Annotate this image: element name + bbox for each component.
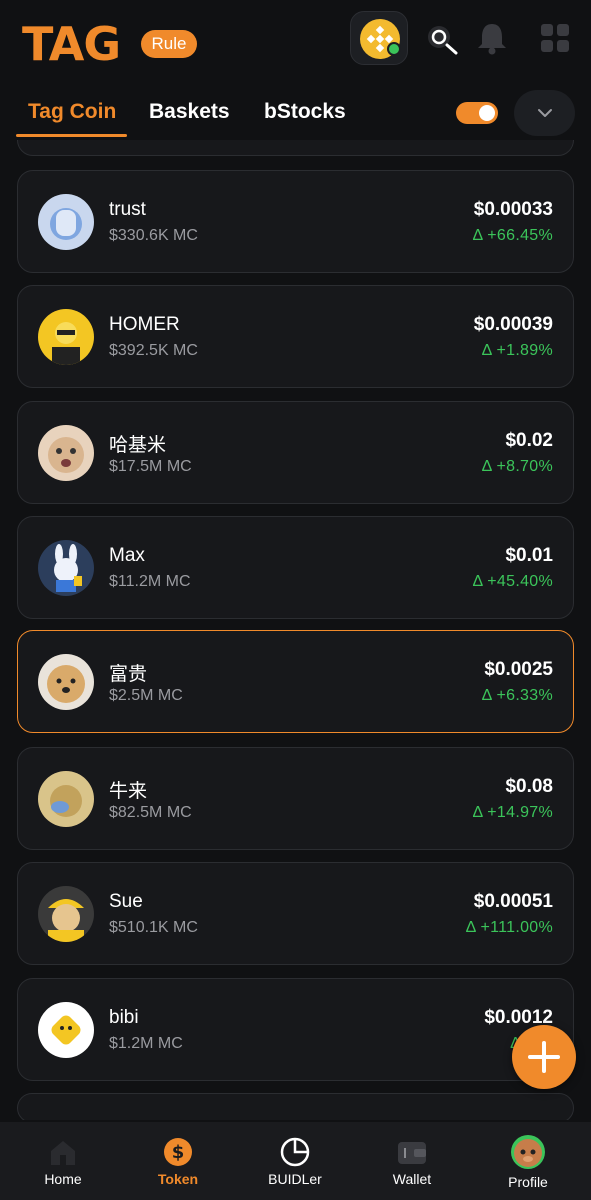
token-avatar: [38, 771, 94, 827]
profile-avatar: [511, 1135, 545, 1169]
token-price: $0.0025: [484, 659, 553, 680]
nav-home[interactable]: Home: [4, 1122, 122, 1200]
token-avatar: [38, 654, 94, 710]
plus-icon: [528, 1041, 560, 1073]
token-price: $0.00039: [473, 314, 553, 335]
nav-token[interactable]: $ Token: [119, 1122, 237, 1200]
next-card-edge: [17, 1093, 574, 1120]
token-card-homer[interactable]: HOMER $392.5K MC $0.00039 Δ +1.89%: [17, 285, 574, 388]
token-name: trust: [109, 199, 146, 220]
token-name: Sue: [109, 891, 143, 912]
sort-dropdown-button[interactable]: [514, 90, 575, 136]
token-avatar: [38, 425, 94, 481]
token-market-cap: $2.5M MC: [109, 687, 183, 704]
token-avatar: [38, 194, 94, 250]
pie-chart-icon: [280, 1137, 310, 1167]
token-card-trust[interactable]: trust $330.6K MC $0.00033 Δ +66.45%: [17, 170, 574, 273]
nav-profile[interactable]: Profile: [469, 1122, 587, 1200]
bell-icon[interactable]: [472, 18, 512, 58]
app-header: TAG Rule: [0, 0, 591, 90]
token-card-fugui[interactable]: 富贵 $2.5M MC $0.0025 Δ +6.33%: [17, 630, 574, 733]
tab-bstocks[interactable]: bStocks: [264, 100, 346, 124]
token-market-cap: $17.5M MC: [109, 458, 192, 475]
token-change: Δ +45.40%: [472, 573, 553, 590]
token-change: Δ +14.97%: [472, 804, 553, 821]
online-status-dot: [387, 42, 401, 56]
token-market-cap: $11.2M MC: [109, 573, 191, 590]
token-card-niulai[interactable]: 牛来 $82.5M MC $0.08 Δ +14.97%: [17, 747, 574, 850]
token-card-bibi[interactable]: bibi $1.2M MC $0.0012 Δ +15: [17, 978, 574, 1081]
token-change: Δ +1.89%: [481, 342, 553, 359]
token-card-max[interactable]: Max $11.2M MC $0.01 Δ +45.40%: [17, 516, 574, 619]
token-price: $0.01: [505, 545, 553, 566]
token-price: $0.08: [505, 776, 553, 797]
token-price: $0.02: [505, 430, 553, 451]
token-name: bibi: [109, 1007, 139, 1028]
token-avatar: [38, 309, 94, 365]
bottom-navigation: Home $ Token BUIDLer Wallet Profile: [0, 1122, 591, 1200]
nav-label: Token: [157, 1171, 199, 1187]
token-change: Δ +6.33%: [481, 687, 553, 704]
category-tabs: Tag Coin Baskets bStocks: [0, 90, 591, 140]
wallet-icon: [398, 1142, 426, 1164]
token-avatar: [38, 540, 94, 596]
token-avatar: [38, 1002, 94, 1058]
token-market-cap: $510.1K MC: [109, 919, 198, 936]
dollar-icon: $: [164, 1138, 192, 1166]
nav-wallet[interactable]: Wallet: [353, 1122, 471, 1200]
nav-label: Wallet: [392, 1171, 432, 1187]
filter-toggle[interactable]: [456, 102, 498, 124]
nav-label: Home: [44, 1171, 82, 1187]
active-tab-indicator: [16, 134, 127, 137]
tab-tag-coin[interactable]: Tag Coin: [28, 100, 116, 124]
nav-buidler[interactable]: BUIDLer: [236, 1122, 354, 1200]
token-name: HOMER: [109, 314, 180, 335]
token-name: 牛来: [109, 781, 148, 802]
token-change: Δ +111.00%: [465, 919, 553, 936]
rule-button[interactable]: Rule: [141, 30, 197, 58]
token-price: $0.00033: [473, 199, 553, 220]
token-avatar: [38, 886, 94, 942]
token-price: $0.00051: [473, 891, 553, 912]
token-market-cap: $1.2M MC: [109, 1035, 183, 1052]
chevron-down-icon: [538, 109, 552, 117]
nav-label: BUIDLer: [268, 1171, 322, 1187]
token-card-hajimi[interactable]: 哈基米 $17.5M MC $0.02 Δ +8.70%: [17, 401, 574, 504]
token-list[interactable]: trust $330.6K MC $0.00033 Δ +66.45% HOME…: [0, 140, 591, 1120]
svg-text:$: $: [172, 1142, 185, 1163]
grid-icon[interactable]: [535, 18, 575, 58]
tag-logo[interactable]: TAG: [22, 20, 121, 68]
nav-label: Profile: [508, 1174, 548, 1190]
token-name: 富贵: [109, 664, 148, 685]
token-change: Δ +66.45%: [472, 227, 553, 244]
token-card-sue[interactable]: Sue $510.1K MC $0.00051 Δ +111.00%: [17, 862, 574, 965]
previous-card-edge: [17, 140, 574, 156]
token-name: Max: [109, 545, 145, 566]
home-icon: [51, 1141, 75, 1165]
tab-baskets[interactable]: Baskets: [149, 100, 230, 124]
search-icon[interactable]: [423, 18, 463, 58]
chain-selector-button[interactable]: [350, 11, 408, 65]
token-market-cap: $392.5K MC: [109, 342, 198, 359]
create-token-button[interactable]: [512, 1025, 576, 1089]
token-change: Δ +8.70%: [481, 458, 553, 475]
token-market-cap: $82.5M MC: [109, 804, 192, 821]
token-market-cap: $330.6K MC: [109, 227, 198, 244]
token-name: 哈基米: [109, 435, 167, 456]
toggle-knob: [479, 105, 495, 121]
